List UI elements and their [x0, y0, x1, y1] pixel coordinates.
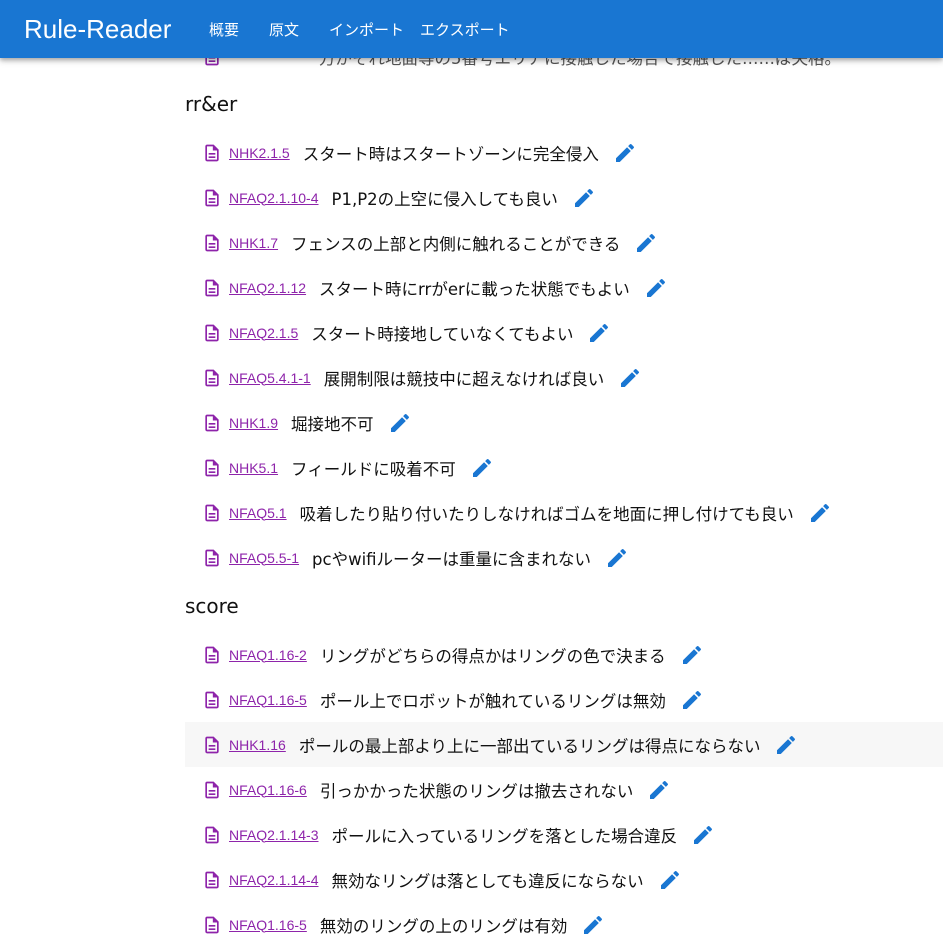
- rule-reference-link[interactable]: NHK1.9: [229, 415, 278, 431]
- document-icon: [202, 645, 222, 665]
- edit-pencil-icon[interactable]: [680, 688, 704, 712]
- rule-text: 引っかかった状態のリングは撤去されない: [319, 781, 634, 801]
- app-title[interactable]: Rule-Reader: [24, 14, 189, 45]
- list-item: NFAQ1.16-5 無効のリングの上のリングは有効: [185, 902, 943, 947]
- rule-text: スタート時接地していなくてもよい: [311, 324, 574, 344]
- document-icon: [202, 503, 222, 523]
- list-item: NHK1.9 堀接地不可: [185, 400, 943, 445]
- edit-pencil-icon[interactable]: [587, 321, 611, 345]
- section-title: rr&er: [185, 92, 238, 116]
- edit-pencil-icon[interactable]: [572, 186, 596, 210]
- rule-text: pcやwifiルーターは重量に含まれない: [312, 549, 592, 569]
- nav-export[interactable]: エクスポート: [412, 19, 518, 40]
- rule-reference-link[interactable]: NFAQ2.1.12: [229, 280, 306, 296]
- edit-pencil-icon[interactable]: [388, 411, 412, 435]
- rule-reference-link[interactable]: NFAQ2.1.14-4: [229, 872, 319, 888]
- section-title: score: [185, 594, 239, 618]
- list-item: NFAQ2.1.12 スタート時にrrがerに載った状態でもよい: [185, 265, 943, 310]
- rule-text: 無効なリングは落としても違反にならない: [331, 871, 644, 891]
- rule-list: 方がそれ地面等の5番号エリアに接触した場合で接触した……ば失格。 rr&er N…: [0, 0, 943, 949]
- nav-original-text[interactable]: 原文: [261, 19, 307, 40]
- rule-text: フェンスの上部と内側に触れることができる: [291, 234, 621, 254]
- list-item: NFAQ1.16-5 ポール上でロボットが触れているリングは無効: [185, 677, 943, 722]
- edit-pencil-icon[interactable]: [470, 456, 494, 480]
- rule-reference-link[interactable]: NHK1.16: [229, 737, 286, 753]
- rule-text: P1,P2の上空に侵入しても良い: [331, 189, 558, 209]
- list-item: NFAQ2.1.10-4 P1,P2の上空に侵入しても良い: [185, 175, 943, 220]
- rule-text: 堀接地不可: [291, 414, 374, 434]
- list-item: NFAQ5.5-1 pcやwifiルーターは重量に含まれない: [185, 535, 943, 580]
- document-icon: [202, 915, 222, 935]
- rule-text: スタート時にrrがerに載った状態でもよい: [319, 279, 630, 299]
- edit-pencil-icon[interactable]: [647, 778, 671, 802]
- rule-reference-link[interactable]: NFAQ1.16-5: [229, 917, 307, 933]
- rule-reference-link[interactable]: NHK1.7: [229, 235, 278, 251]
- section-rr-er: rr&er: [185, 92, 237, 116]
- list-item: NHK1.7 フェンスの上部と内側に触れることができる: [185, 220, 943, 265]
- document-icon: [202, 188, 222, 208]
- list-item: NFAQ1.16-2 リングがどちらの得点かはリングの色で決まる: [185, 632, 943, 677]
- edit-pencil-icon[interactable]: [774, 733, 798, 757]
- rule-reference-link[interactable]: NFAQ5.1: [229, 505, 287, 521]
- list-item: NFAQ5.1 吸着したり貼り付いたりしなければゴムを地面に押し付けても良い: [185, 490, 943, 535]
- rule-text: リングがどちらの得点かはリングの色で決まる: [319, 646, 666, 666]
- top-nav: 概要 原文 インポート エクスポート: [201, 19, 518, 40]
- rule-text: 無効のリングの上のリングは有効: [319, 916, 568, 936]
- edit-pencil-icon[interactable]: [613, 141, 637, 165]
- edit-pencil-icon[interactable]: [658, 868, 682, 892]
- rule-reference-link[interactable]: NFAQ2.1.5: [229, 325, 298, 341]
- document-icon: [202, 368, 222, 388]
- edit-pencil-icon[interactable]: [644, 276, 668, 300]
- rule-reference-link[interactable]: NFAQ5.5-1: [229, 550, 299, 566]
- edit-pencil-icon[interactable]: [618, 366, 642, 390]
- list-item: NFAQ1.16-6 引っかかった状態のリングは撤去されない: [185, 767, 943, 812]
- rule-reference-link[interactable]: NFAQ1.16-5: [229, 692, 307, 708]
- rule-text: ポール上でロボットが触れているリングは無効: [319, 691, 666, 711]
- app-bar: Rule-Reader 概要 原文 インポート エクスポート: [0, 0, 943, 58]
- list-item: NFAQ2.1.14-4 無効なリングは落としても違反にならない: [185, 857, 943, 902]
- edit-pencil-icon[interactable]: [691, 823, 715, 847]
- list-item: NFAQ2.1.14-3 ポールに入っているリングを落とした場合違反: [185, 812, 943, 857]
- rule-text: ポールの最上部より上に一部出ているリングは得点にならない: [298, 736, 761, 756]
- edit-pencil-icon[interactable]: [808, 501, 832, 525]
- rule-reference-link[interactable]: NFAQ2.1.14-3: [229, 827, 319, 843]
- edit-pencil-icon[interactable]: [634, 231, 658, 255]
- rule-reference-link[interactable]: NFAQ5.4.1-1: [229, 370, 311, 386]
- list-item: NHK5.1 フィールドに吸着不可: [185, 445, 943, 490]
- document-icon: [202, 780, 222, 800]
- rule-text: スタート時はスタートゾーンに完全侵入: [302, 144, 599, 164]
- document-icon: [202, 458, 222, 478]
- document-icon: [202, 143, 222, 163]
- list-item: NHK1.16 ポールの最上部より上に一部出ているリングは得点にならない: [185, 722, 943, 767]
- rule-text: 吸着したり貼り付いたりしなければゴムを地面に押し付けても良い: [299, 504, 794, 524]
- edit-pencil-icon[interactable]: [605, 546, 629, 570]
- document-icon: [202, 735, 222, 755]
- document-icon: [202, 323, 222, 343]
- edit-pencil-icon[interactable]: [680, 643, 704, 667]
- document-icon: [202, 233, 222, 253]
- document-icon: [202, 870, 222, 890]
- nav-overview[interactable]: 概要: [201, 19, 247, 40]
- nav-import[interactable]: インポート: [321, 19, 412, 40]
- rule-reference-link[interactable]: NHK5.1: [229, 460, 278, 476]
- section-score: score: [185, 594, 239, 618]
- document-icon: [202, 413, 222, 433]
- edit-pencil-icon[interactable]: [581, 913, 605, 937]
- rule-reference-link[interactable]: NHK2.1.5: [229, 145, 290, 161]
- list-item: NFAQ2.1.5 スタート時接地していなくてもよい: [185, 310, 943, 355]
- list-item: NFAQ5.4.1-1 展開制限は競技中に超えなければ良い: [185, 355, 943, 400]
- rule-text: ポールに入っているリングを落とした場合違反: [331, 826, 678, 846]
- rule-text: 展開制限は競技中に超えなければ良い: [323, 369, 605, 389]
- document-icon: [202, 548, 222, 568]
- rule-reference-link[interactable]: NFAQ1.16-2: [229, 647, 307, 663]
- rule-reference-link[interactable]: NFAQ2.1.10-4: [229, 190, 319, 206]
- rule-reference-link[interactable]: NFAQ1.16-6: [229, 782, 307, 798]
- document-icon: [202, 278, 222, 298]
- list-item: NHK2.1.5 スタート時はスタートゾーンに完全侵入: [185, 130, 943, 175]
- document-icon: [202, 690, 222, 710]
- document-icon: [202, 825, 222, 845]
- rule-text: フィールドに吸着不可: [291, 459, 456, 479]
